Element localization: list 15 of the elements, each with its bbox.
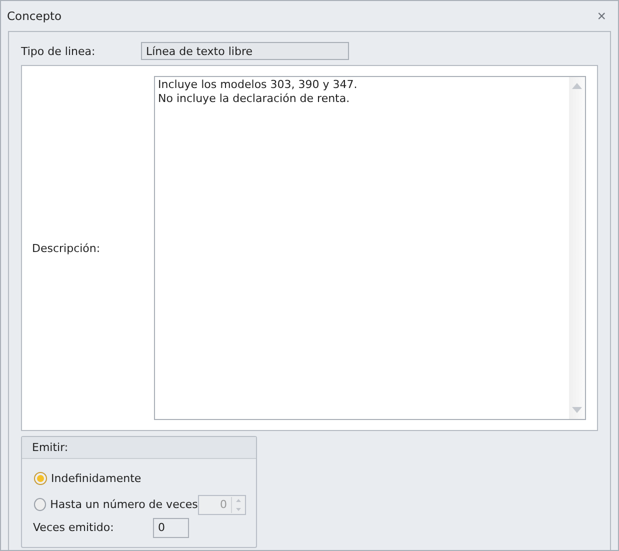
group-title: Emitir: [32,441,68,454]
description-label: Descripción: [32,242,102,254]
option-label: Hasta un número de veces [50,498,198,511]
scroll-up-icon[interactable] [572,83,582,89]
radio-button[interactable] [34,472,47,485]
description-field[interactable]: Incluye los modelos 303, 390 y 347. No incluye la declaración de renta. [154,76,586,420]
option-label: Indefinidamente [51,472,142,485]
scroll-down-icon[interactable] [572,407,582,413]
line-type-label: Tipo de linea: [21,44,96,58]
window-title: Concepto [7,9,62,23]
scrollbar[interactable] [569,77,585,419]
count-field[interactable]: 0 [153,518,189,538]
line-type-field[interactable]: Línea de texto libre [141,42,349,60]
close-button[interactable]: × [593,8,610,24]
count-label: Veces emitido: [33,521,115,534]
